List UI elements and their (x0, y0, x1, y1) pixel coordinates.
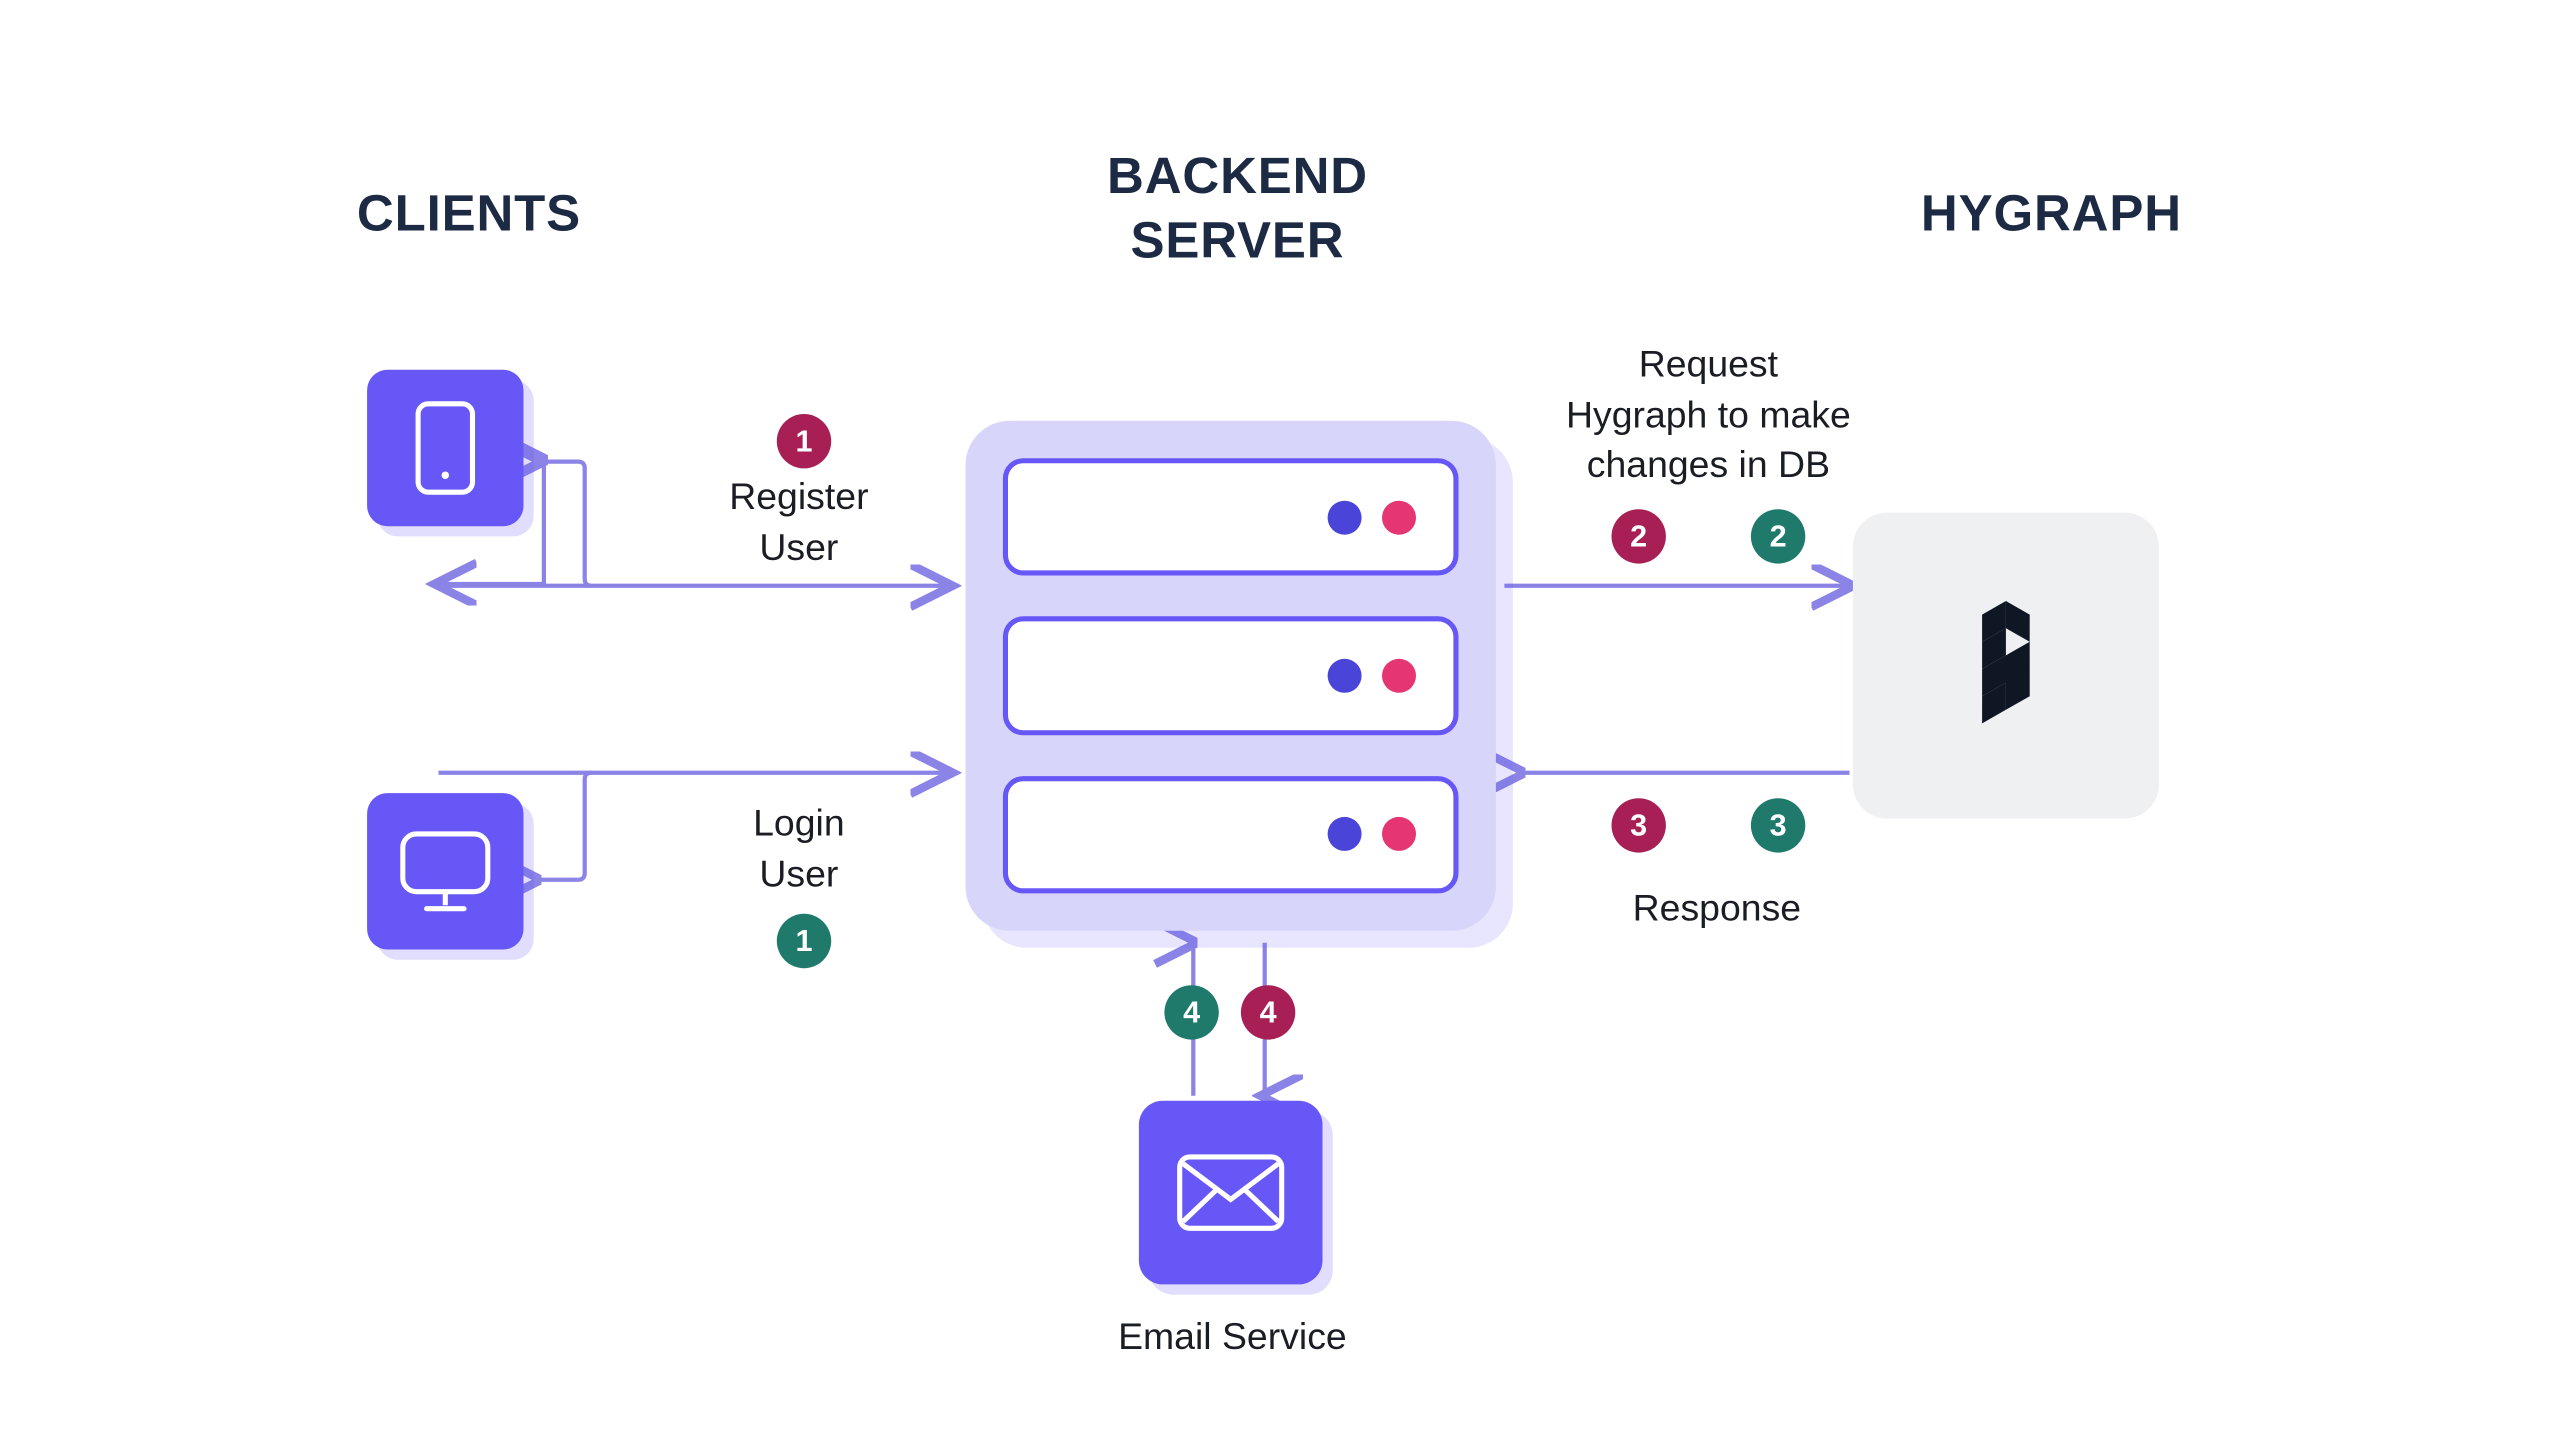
step-badge-1-pink: 1 (777, 414, 831, 468)
diagram-canvas: CLIENTS BACKEND SERVER HYGRAPH (0, 0, 2560, 1441)
step-badge-4-pink: 4 (1241, 985, 1295, 1039)
step-badge-4-teal: 4 (1164, 985, 1218, 1039)
label-response: Response (1615, 883, 1819, 933)
status-dot-blue (1328, 500, 1362, 534)
label-request: Request Hygraph to make changes in DB (1530, 339, 1887, 490)
server-row (1003, 458, 1459, 576)
server-row (1003, 776, 1459, 894)
status-dot-pink (1382, 500, 1416, 534)
label-register: Register User (714, 472, 884, 573)
label-email: Email Service (1105, 1312, 1360, 1362)
mail-icon (1175, 1152, 1287, 1234)
hygraph-box (1853, 513, 2159, 819)
client-mobile-tile (367, 370, 523, 526)
desktop-icon (396, 827, 495, 915)
server-row (1003, 617, 1459, 735)
label-login: Login User (714, 798, 884, 899)
status-dot-pink (1382, 817, 1416, 851)
step-badge-2-teal: 2 (1751, 509, 1805, 563)
client-desktop-tile (367, 793, 523, 949)
status-dot-blue (1328, 817, 1362, 851)
step-badge-3-pink: 3 (1612, 798, 1666, 852)
heading-clients: CLIENTS (357, 183, 581, 247)
status-dot-pink (1382, 659, 1416, 693)
hygraph-logo-icon (1958, 584, 2053, 747)
step-badge-2-pink: 2 (1612, 509, 1666, 563)
step-badge-3-teal: 3 (1751, 798, 1805, 852)
email-service-tile (1139, 1101, 1323, 1285)
heading-backend: BACKEND SERVER (1068, 145, 1408, 273)
status-dot-blue (1328, 659, 1362, 693)
mobile-icon (415, 400, 476, 495)
backend-server-box (966, 421, 1496, 931)
heading-hygraph: HYGRAPH (1921, 183, 2182, 247)
step-badge-1-teal: 1 (777, 914, 831, 968)
